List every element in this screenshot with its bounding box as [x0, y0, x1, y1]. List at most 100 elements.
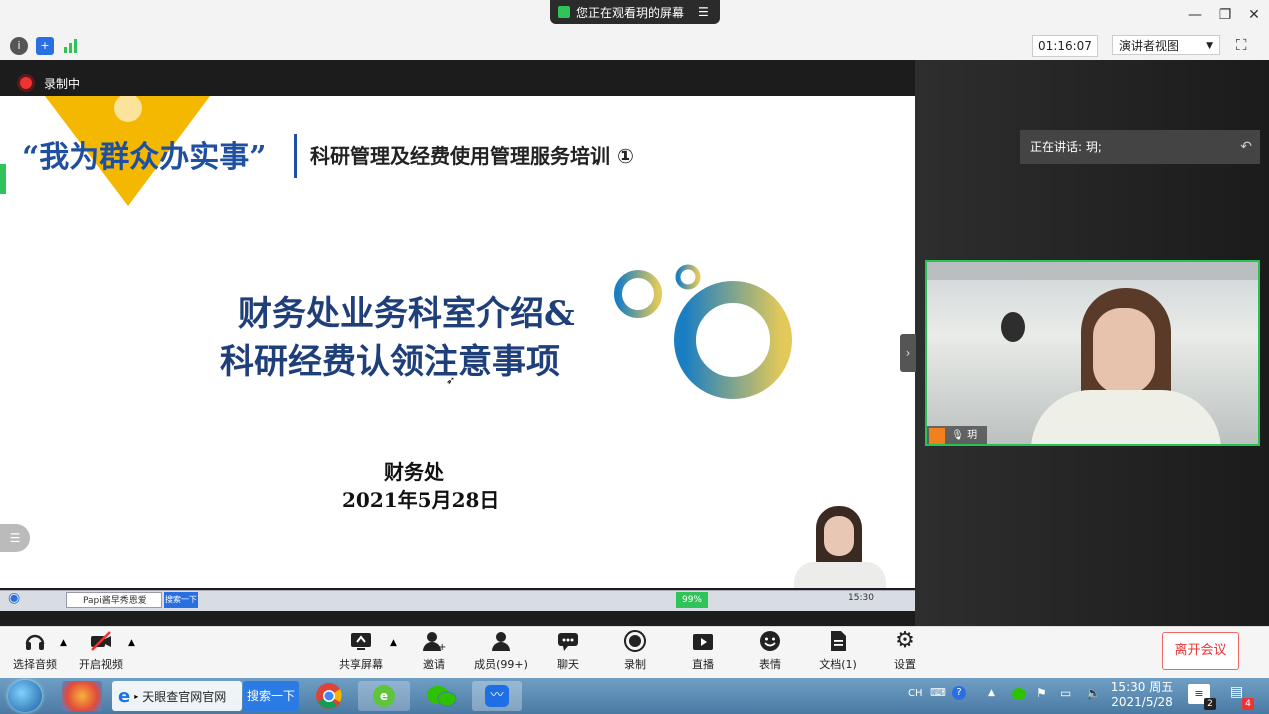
side-accent — [0, 164, 6, 194]
mail-badge: 4 — [1242, 698, 1254, 710]
back-arrow-icon[interactable]: ↶ — [1240, 130, 1252, 164]
tencent-meeting-icon[interactable]: 〰 — [472, 681, 522, 711]
audio-button[interactable]: 选择音频 — [0, 630, 70, 672]
notification-badge: 2 — [1204, 698, 1216, 710]
tray-time: 15:30 周五 — [1110, 680, 1174, 694]
shared-search-input: Papi酱早秀恩爱 — [66, 592, 162, 608]
docs-button[interactable]: 文档(1) — [803, 630, 873, 672]
wechat-icon[interactable] — [416, 681, 468, 711]
menu-icon[interactable]: ☰ — [698, 5, 709, 19]
tray-language[interactable]: CH — [908, 688, 923, 699]
tray-expand-icon[interactable]: ▲ — [988, 688, 995, 698]
record-icon — [623, 630, 647, 652]
chat-icon — [556, 630, 580, 652]
video-ceiling — [927, 262, 1258, 280]
members-icon — [489, 630, 513, 652]
add-user-icon: + — [422, 630, 446, 653]
settings-button[interactable]: ⚙ 设置 — [870, 630, 940, 672]
thumbnail-face — [824, 516, 854, 556]
record-indicator-icon — [20, 77, 32, 89]
audio-label: 选择音频 — [13, 658, 57, 671]
shield-icon[interactable]: + — [36, 37, 54, 55]
svg-text:+: + — [438, 642, 446, 652]
volume-icon[interactable]: 🔈 — [1086, 686, 1101, 700]
share-options-arrow-icon[interactable]: ▲ — [390, 638, 397, 648]
emoji-button[interactable]: 表情 — [735, 630, 805, 672]
speaking-label: 正在讲话: 玥; — [1030, 140, 1102, 154]
windows-start-button[interactable] — [8, 680, 42, 712]
ie-taskbar-item[interactable]: e ▸ 天眼查官网官网 — [112, 681, 242, 711]
presenter-view-label: 演讲者视图 — [1119, 39, 1180, 53]
presenter-view-select[interactable]: 演讲者视图 ▼ — [1112, 35, 1220, 55]
signal-icon[interactable] — [62, 37, 80, 55]
header-divider — [294, 134, 297, 178]
leave-meeting-button[interactable]: 离开会议 — [1162, 632, 1239, 670]
fullscreen-icon[interactable]: ⛶ — [1236, 36, 1254, 54]
chrome-icon[interactable] — [310, 681, 348, 711]
live-button[interactable]: 直播 — [668, 630, 738, 672]
mouse-cursor-icon: ➶ — [446, 374, 456, 387]
video-options-arrow-icon[interactable]: ▲ — [128, 638, 135, 648]
tray-clock[interactable]: 15:30 周五 2021/5/28 — [1110, 680, 1174, 710]
speaking-indicator: 正在讲话: 玥; ↶ — [1020, 130, 1260, 164]
windows-start-icon: ◉ — [8, 590, 21, 606]
collapse-panel-icon[interactable]: › — [900, 334, 916, 372]
members-label: 成员(99+) — [474, 658, 528, 671]
ie-green-icon[interactable]: e — [358, 681, 410, 711]
document-icon — [826, 630, 850, 652]
participant-video[interactable]: 🎙 玥 — [925, 260, 1260, 446]
participant-name: 玥 — [967, 430, 978, 441]
keyboard-icon[interactable]: ⌨ — [930, 686, 946, 699]
close-icon[interactable]: ✕ — [1245, 6, 1263, 24]
share-status-pill[interactable]: 您正在观看玥的屏幕 ☰ — [550, 0, 720, 24]
list-toggle-icon[interactable]: ☰ — [0, 524, 30, 552]
share-screen-button[interactable]: 共享屏幕 — [326, 630, 396, 672]
app-icon-colorful[interactable] — [62, 681, 102, 711]
restore-icon[interactable]: ❐ — [1216, 6, 1234, 24]
header-title: 科研管理及经费使用管理服务培训 ① — [310, 144, 634, 168]
video-button[interactable]: 开启视频 — [66, 630, 136, 672]
record-button[interactable]: 录制 — [600, 630, 670, 672]
minimize-icon[interactable]: — — [1186, 6, 1204, 24]
participant-name-tag: 🎙 玥 — [927, 426, 987, 444]
taskbar-search-button[interactable]: 搜索一下 — [243, 681, 299, 711]
settings-label: 设置 — [894, 658, 916, 671]
invite-button[interactable]: + 邀请 — [399, 630, 469, 672]
docs-label: 文档(1) — [819, 658, 857, 671]
shared-clock: 15:30 — [848, 593, 874, 603]
main-title-line1: 财务处业务科室介绍& — [238, 294, 575, 334]
monitor-icon[interactable]: ▭ — [1060, 686, 1071, 700]
presenter-thumbnail — [788, 500, 892, 588]
slogan-text: “我为群众办实事” — [22, 140, 267, 175]
share-screen-icon — [349, 630, 373, 652]
headset-icon — [23, 630, 47, 652]
share-label: 共享屏幕 — [339, 658, 383, 671]
network-icon[interactable]: ⚑ — [1036, 686, 1047, 700]
video-speaker-object — [1001, 312, 1025, 342]
video-face — [1093, 308, 1155, 394]
camera-off-icon — [89, 630, 113, 652]
main-title-line2: 科研经费认领注意事项 — [220, 342, 560, 382]
shared-search-button: 搜索一下 — [164, 592, 198, 608]
tray-wechat-icon[interactable] — [1012, 688, 1026, 700]
shared-battery-indicator: 99% — [676, 592, 708, 608]
help-icon[interactable]: ? — [952, 686, 966, 700]
avatar-icon — [929, 428, 945, 444]
video-shoulders — [1031, 390, 1221, 444]
mic-icon: 🎙 — [951, 430, 964, 441]
live-icon — [691, 630, 715, 652]
recording-label: 录制中 — [44, 77, 81, 91]
record-label: 录制 — [624, 658, 646, 671]
members-button[interactable]: 成员(99+) — [466, 630, 536, 672]
presentation-slide: “我为群众办实事” 科研管理及经费使用管理服务培训 ① 财务处业务科室介绍& 科… — [0, 96, 915, 588]
tray-date: 2021/5/28 — [1111, 695, 1173, 709]
smiley-icon — [758, 630, 782, 652]
ie-label: 天眼查官网官网 — [142, 689, 227, 704]
share-status-label: 您正在观看玥的屏幕 — [576, 5, 685, 20]
ie-arrow-icon: ▸ — [134, 691, 139, 701]
emoji-label: 表情 — [759, 658, 781, 671]
gear-icon: ⚙ — [895, 628, 915, 653]
chat-button[interactable]: 聊天 — [533, 630, 603, 672]
info-icon[interactable]: i — [10, 37, 28, 55]
department-label: 财务处 — [384, 460, 444, 484]
